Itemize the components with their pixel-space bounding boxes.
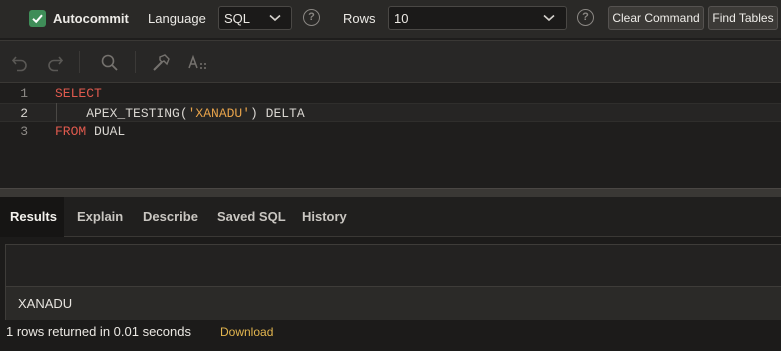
rows-select-value: 10 bbox=[394, 11, 409, 26]
code-text: FROM DUAL bbox=[55, 124, 125, 139]
autocommit-label[interactable]: Autocommit bbox=[53, 11, 129, 26]
line-number: 1 bbox=[20, 86, 28, 101]
indent-guide bbox=[56, 103, 57, 122]
find-tables-button[interactable]: Find Tables bbox=[708, 6, 778, 30]
table-row[interactable]: XANADU bbox=[6, 287, 781, 320]
rows-help-icon[interactable]: ? bbox=[577, 9, 594, 26]
sql-editor[interactable]: 1 SELECT 2 APEX_TESTING('XANADU') DELTA … bbox=[0, 84, 781, 188]
code-line[interactable]: 1 SELECT bbox=[0, 84, 781, 103]
checkmark-icon bbox=[32, 14, 43, 24]
code-token: APEX_TESTING( bbox=[55, 106, 188, 121]
language-label: Language bbox=[148, 11, 206, 26]
rows-returned-status: 1 rows returned in 0.01 seconds bbox=[6, 324, 191, 339]
editor-toolbar bbox=[0, 40, 781, 83]
results-panel: XANADU 1 rows returned in 0.01 seconds D… bbox=[0, 237, 781, 351]
rows-label: Rows bbox=[343, 11, 376, 26]
tab-describe[interactable]: Describe bbox=[143, 197, 198, 237]
code-text: APEX_TESTING('XANADU') DELTA bbox=[55, 106, 305, 121]
line-number: 2 bbox=[20, 106, 28, 121]
tab-history[interactable]: History bbox=[302, 197, 347, 237]
text-case-icon[interactable] bbox=[187, 53, 209, 73]
tab-saved-sql[interactable]: Saved SQL bbox=[217, 197, 286, 237]
output-tabs: Results Explain Describe Saved SQL Histo… bbox=[0, 197, 781, 237]
rows-select[interactable]: 10 bbox=[388, 6, 567, 30]
results-grid-header bbox=[6, 245, 781, 287]
line-number: 3 bbox=[20, 124, 28, 139]
code-token: ) DELTA bbox=[250, 106, 305, 121]
tab-explain[interactable]: Explain bbox=[77, 197, 123, 237]
sql-keyword: SELECT bbox=[55, 86, 102, 101]
chevron-down-icon bbox=[269, 14, 281, 22]
sql-string-literal: 'XANADU' bbox=[187, 106, 251, 121]
search-icon[interactable] bbox=[100, 53, 120, 73]
clear-command-button[interactable]: Clear Command bbox=[608, 6, 704, 30]
results-grid: XANADU bbox=[5, 244, 781, 320]
top-toolbar: Autocommit Language SQL ? Rows 10 ? Clea… bbox=[0, 0, 781, 38]
table-cell: XANADU bbox=[18, 296, 73, 311]
toolbar-divider bbox=[135, 51, 136, 73]
undo-icon[interactable] bbox=[10, 53, 30, 73]
format-icon[interactable] bbox=[151, 53, 171, 73]
language-select[interactable]: SQL bbox=[218, 6, 292, 30]
code-line[interactable]: 3 FROM DUAL bbox=[0, 122, 781, 141]
code-line-active[interactable]: 2 APEX_TESTING('XANADU') DELTA bbox=[0, 103, 781, 122]
panel-splitter[interactable] bbox=[0, 188, 781, 197]
chevron-down-icon bbox=[543, 14, 555, 22]
code-token: DUAL bbox=[86, 124, 126, 139]
autocommit-checkbox[interactable] bbox=[29, 10, 46, 27]
download-link[interactable]: Download bbox=[220, 325, 273, 339]
tab-results[interactable]: Results bbox=[0, 197, 64, 237]
redo-icon[interactable] bbox=[45, 53, 65, 73]
sql-keyword: FROM bbox=[55, 124, 87, 139]
language-help-icon[interactable]: ? bbox=[303, 9, 320, 26]
language-select-value: SQL bbox=[224, 11, 251, 26]
toolbar-divider bbox=[79, 51, 80, 73]
code-text: SELECT bbox=[55, 86, 102, 101]
